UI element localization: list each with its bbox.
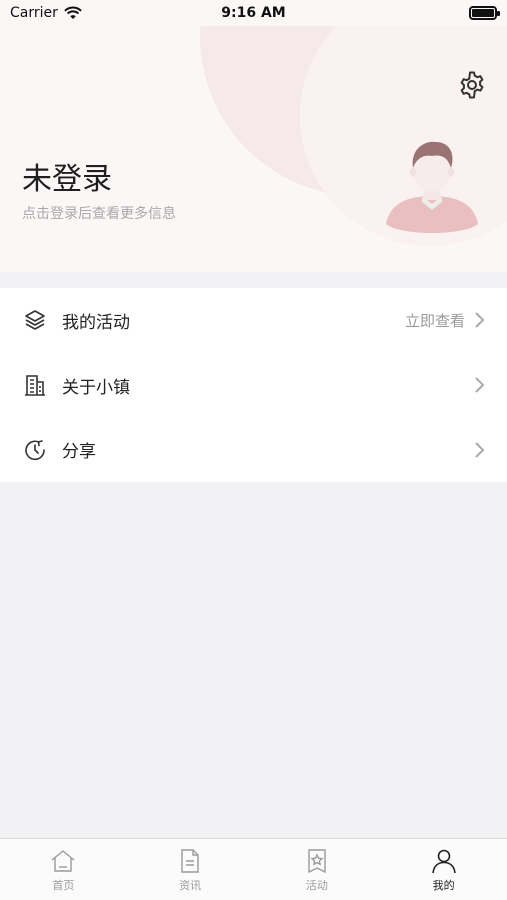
tab-label: 资讯 [179, 879, 202, 892]
tab-label: 首页 [52, 879, 75, 892]
person-icon [431, 849, 456, 874]
layers-icon [22, 307, 48, 333]
chevron-right-icon [475, 312, 485, 329]
menu-list: 我的活动 立即查看 关于小镇 分享 [0, 288, 507, 482]
carrier-group: Carrier [10, 5, 82, 21]
menu-item-about-town[interactable]: 关于小镇 [0, 353, 507, 418]
login-status-title[interactable]: 未登录 [22, 154, 112, 198]
chevron-right-icon [475, 442, 485, 458]
carrier-label: Carrier [10, 5, 58, 21]
menu-item-my-activities[interactable]: 我的活动 立即查看 [0, 288, 507, 353]
chevron-right-icon [475, 377, 485, 393]
menu-item-label: 分享 [62, 442, 96, 463]
tab-news[interactable]: 资讯 [127, 839, 254, 900]
gear-icon[interactable] [457, 70, 487, 100]
profile-header[interactable]: 未登录 点击登录后查看更多信息 [0, 26, 507, 272]
avatar[interactable] [384, 136, 480, 236]
tab-activities[interactable]: 活动 [254, 839, 381, 900]
tab-home[interactable]: 首页 [0, 839, 127, 900]
bookmark-star-icon [308, 849, 326, 874]
battery-icon [469, 6, 500, 20]
menu-item-label: 关于小镇 [62, 377, 130, 398]
status-bar: Carrier 9:16 AM [0, 0, 507, 26]
view-now-link[interactable]: 立即查看 [405, 310, 465, 331]
wifi-icon [64, 6, 82, 19]
building-icon [22, 372, 48, 398]
tab-mine[interactable]: 我的 [380, 839, 507, 900]
tab-label: 活动 [305, 879, 328, 892]
menu-item-share[interactable]: 分享 [0, 417, 507, 482]
share-refresh-icon [22, 437, 48, 463]
bottom-tab-bar: 首页 资讯 活动 我的 [0, 838, 507, 900]
document-icon [181, 849, 199, 873]
login-hint-text: 点击登录后查看更多信息 [22, 206, 176, 222]
home-icon [51, 850, 75, 872]
menu-item-label: 我的活动 [62, 312, 130, 333]
tab-label: 我的 [432, 879, 455, 892]
